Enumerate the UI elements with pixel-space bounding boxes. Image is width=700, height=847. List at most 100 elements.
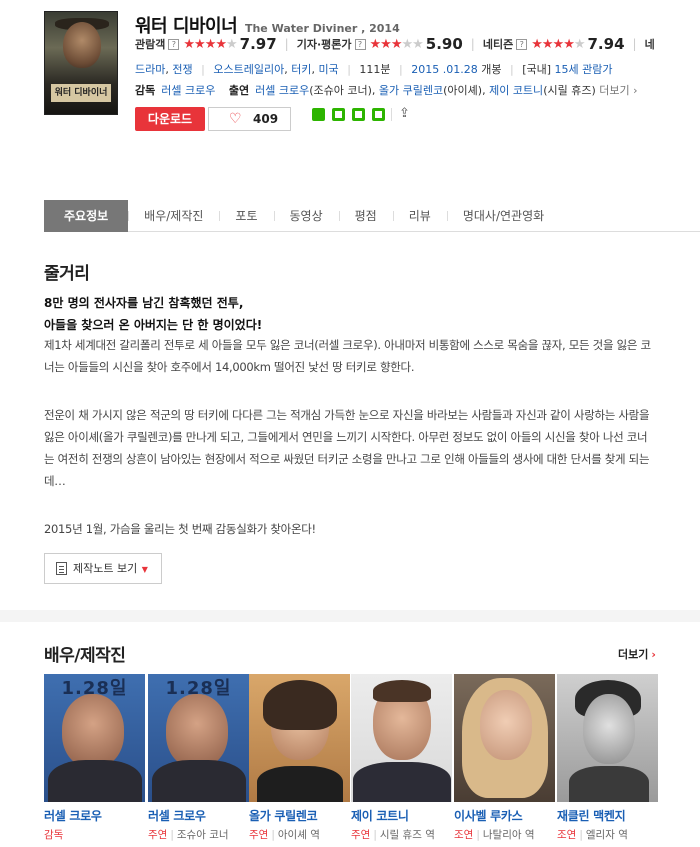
genre-link[interactable]: 전쟁	[172, 63, 192, 76]
tab-ratings[interactable]: 평점	[338, 200, 393, 232]
cast-card[interactable]: 올가 쿠릴렌코 주연 | 아이셰 역	[249, 674, 350, 842]
star-icon: ★	[215, 36, 227, 52]
meta-divider: |	[399, 63, 403, 76]
cast-role-kind: 주연	[351, 829, 371, 841]
cast-name: 러셀 크로우	[148, 809, 206, 823]
synopsis-title: 줄거리	[44, 264, 90, 284]
cast-card[interactable]: 1.28일 러셀 크로우 감독	[44, 674, 145, 842]
memo-share-icon[interactable]	[372, 108, 385, 121]
country-link[interactable]: 미국	[318, 63, 338, 76]
cast-character: 조슈아 코너	[176, 829, 229, 841]
rating-divider: |	[284, 37, 289, 51]
age-rating-link[interactable]: 15세 관람가	[555, 63, 613, 76]
tab-cast-crew[interactable]: 배우/제작진	[128, 200, 219, 232]
movie-meta: 드라마, 전쟁 | 오스트레일리아, 터키, 미국 | 111분 | 2015 …	[135, 63, 613, 76]
credits-row: 감독 러셀 크로우 출연 러셀 크로우(조슈아 코너), 올가 쿠릴렌코(아이셰),…	[135, 84, 638, 97]
cast-role: (조슈아 코너)	[309, 84, 372, 97]
star-rating-netizen: ★★★★★	[531, 36, 586, 52]
cast-more-label: 더보기	[618, 648, 649, 661]
cast-card[interactable]: 재클린 맥켄지 조연 | 엘리자 역	[557, 674, 658, 842]
cast-photo-hair	[373, 680, 431, 702]
cast-link[interactable]: 제이 코트니	[489, 84, 543, 97]
help-icon[interactable]: ?	[354, 38, 366, 50]
meta-divider: |	[201, 63, 205, 76]
star-icon: ★	[380, 36, 392, 52]
cast-section-title: 배우/제작진	[44, 646, 126, 666]
cast-character: 시릴 휴즈 역	[379, 829, 435, 841]
rating-row: 관람객 ? ★★★★★ 7.97 | 기자·평론가 ? ★★★★★ 5.90 |…	[135, 35, 655, 53]
cast-role: 주연 | 아이셰 역	[249, 827, 350, 842]
blog-share-icon[interactable]	[312, 108, 325, 121]
rating-divider: |	[632, 37, 637, 51]
star-icon: ★	[573, 36, 586, 52]
cafe-share-icon[interactable]	[332, 108, 345, 121]
like-button[interactable]: ♡ 409	[208, 107, 291, 131]
caret-down-icon: ▼	[139, 565, 148, 574]
cast-role: 주연 | 시릴 휴즈 역	[351, 827, 452, 842]
movie-title-en: The Water Diviner , 2014	[244, 22, 400, 35]
role-divider: |	[373, 829, 377, 841]
content-tabs: 주요정보 배우/제작진 포토 동영상 평점 리뷰 명대사/연관영화	[44, 200, 700, 232]
cast-name: 제이 코트니	[351, 809, 409, 823]
production-note-label: 제작노트 보기	[73, 562, 138, 575]
cast-link[interactable]: 올가 쿠릴렌코	[379, 84, 443, 97]
cast-card[interactable]: 제이 코트니 주연 | 시릴 휴즈 역	[351, 674, 452, 842]
rating-label-audience: 관람객	[135, 38, 166, 51]
runtime: 111분	[359, 63, 391, 76]
movie-title: 워터 디바이너	[135, 16, 238, 37]
cast-photo	[557, 674, 658, 802]
bookmark-share-icon[interactable]	[352, 108, 365, 121]
tab-reviews[interactable]: 리뷰	[392, 200, 447, 232]
country-link[interactable]: 오스트레일리아	[213, 63, 284, 76]
tagline-line-1: 8만 명의 전사자를 남긴 참혹했던 전투,	[44, 296, 244, 310]
cast-more-link[interactable]: 더보기 ›	[618, 646, 656, 662]
bookmark-share-glyph	[355, 111, 362, 118]
cast-character: 아이셰 역	[277, 829, 320, 841]
help-icon[interactable]: ?	[516, 38, 528, 50]
country-link[interactable]: 터키	[291, 63, 311, 76]
star-icon: ★	[183, 36, 195, 52]
synopsis-tagline: 8만 명의 전사자를 남긴 참혹했던 전투, 아들을 찾으러 온 아버지는 단 …	[44, 292, 262, 336]
tab-main-info[interactable]: 주요정보	[44, 200, 129, 232]
cast-card[interactable]: 1.28일 러셀 크로우 주연 | 조슈아 코너	[148, 674, 249, 842]
release-date-link[interactable]: 2015 .01.28	[411, 63, 477, 76]
genre-link[interactable]: 드라마	[135, 63, 165, 76]
cast-role: 주연 | 조슈아 코너	[148, 827, 249, 842]
cast-role: 조연 | 나탈리아 역	[454, 827, 555, 842]
role-divider: |	[271, 829, 275, 841]
download-button[interactable]: 다운로드	[135, 107, 205, 131]
director-link[interactable]: 러셀 크로우	[161, 84, 215, 97]
meta-divider: |	[347, 63, 351, 76]
tab-photo[interactable]: 포토	[219, 200, 273, 232]
cast-photo	[454, 674, 555, 802]
chevron-right-icon: ›	[651, 648, 656, 661]
cast-card[interactable]: 이사벨 루카스 조연 | 나탈리아 역	[454, 674, 555, 842]
cast-name: 재클린 맥켄지	[557, 809, 626, 823]
production-note-button[interactable]: 제작노트 보기 ▼	[44, 553, 162, 584]
export-icon[interactable]: ⇪	[399, 106, 410, 121]
cast-name: 이사벨 루카스	[454, 809, 523, 823]
cast-photo-body	[152, 760, 246, 802]
cast-photo-body	[569, 766, 649, 802]
rating-score-critic: 5.90	[425, 35, 463, 53]
star-icon: ★	[412, 36, 424, 52]
cast-role-kind: 조연	[557, 829, 577, 841]
cast-role: 조연 | 엘리자 역	[557, 827, 658, 842]
tab-quotes-related[interactable]: 명대사/연관영화	[446, 200, 560, 232]
cast-character: 엘리자 역	[585, 829, 628, 841]
star-icon: ★	[369, 36, 382, 52]
cast-role-kind: 주연	[148, 829, 168, 841]
movie-poster[interactable]: 워터 디바이너	[44, 11, 118, 115]
cast-photo	[351, 674, 452, 802]
director-label: 감독	[135, 84, 156, 97]
help-icon[interactable]: ?	[168, 38, 180, 50]
credits-more-link[interactable]: 더보기 ›	[599, 84, 637, 97]
cast-role: (시릴 휴즈)	[543, 84, 596, 97]
tab-video[interactable]: 동영상	[273, 200, 339, 232]
tagline-line-2: 아들을 찾으러 온 아버지는 단 한 명이었다!	[44, 318, 263, 332]
poster-face	[63, 22, 101, 68]
star-icon: ★	[204, 36, 217, 52]
cast-photo-body	[48, 760, 142, 802]
cast-role: (아이셰)	[443, 84, 483, 97]
cast-link[interactable]: 러셀 크로우	[255, 84, 309, 97]
